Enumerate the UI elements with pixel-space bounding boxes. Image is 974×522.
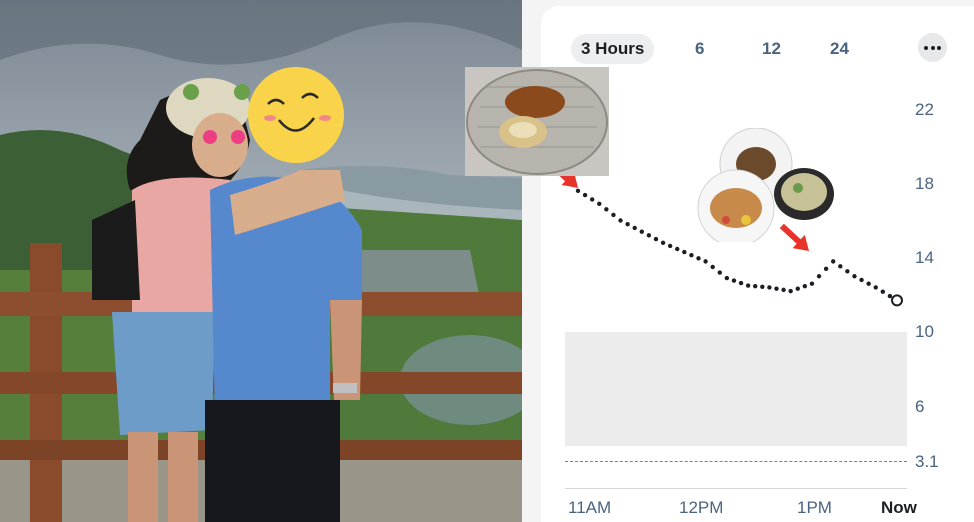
glucose-reading-dot — [632, 225, 637, 231]
glucose-reading-dot — [717, 270, 722, 275]
glucose-reading-dot — [653, 236, 659, 242]
glucose-reading-dot — [703, 259, 708, 264]
glucose-reading-dot — [767, 285, 772, 290]
glucose-reading-dot — [745, 283, 751, 288]
glucose-reading-dot — [866, 281, 871, 286]
glucose-reading-dot — [809, 281, 815, 286]
glucose-reading-dot — [873, 285, 878, 290]
glucose-reading-dot — [731, 278, 737, 283]
glucose-reading-dot — [589, 197, 595, 202]
glucose-reading-dot — [802, 283, 808, 289]
glucose-reading-dot — [852, 274, 857, 279]
rice-and-soup-photo[interactable] — [694, 127, 834, 247]
glucose-reading-dot — [831, 259, 836, 264]
glucose-reading-dot — [646, 233, 652, 238]
glucose-reading-dot — [859, 277, 864, 283]
glucose-reading-dot — [816, 274, 822, 279]
glucose-reading-dot — [625, 222, 630, 227]
glucose-reading-dot — [618, 218, 623, 223]
latest-reading-marker[interactable] — [891, 294, 903, 307]
bread-plate-photo[interactable] — [465, 67, 609, 176]
glucose-reading-dot — [880, 289, 886, 294]
glucose-reading-dot — [660, 240, 666, 245]
glucose-reading-dot — [582, 192, 588, 198]
glucose-reading-dot — [604, 207, 609, 212]
glucose-reading-dot — [887, 293, 893, 299]
glucose-reading-dot — [788, 288, 793, 294]
glucose-reading-dot — [760, 284, 765, 289]
glucose-reading-dot — [738, 280, 744, 286]
glucose-reading-dot — [781, 287, 786, 293]
glucose-reading-dot — [611, 212, 616, 218]
glucose-reading-dot — [823, 266, 829, 272]
glucose-reading-dot — [724, 275, 730, 281]
screenshot-collage: 3 Hours 6 12 24 22 18 14 10 6 3.1 11AM 1… — [0, 0, 974, 522]
glucose-reading-dot — [838, 264, 843, 269]
glucose-reading-dot — [639, 229, 644, 234]
glucose-reading-dot — [667, 243, 673, 249]
glucose-reading-dot — [682, 249, 687, 255]
glucose-reading-dot — [774, 286, 779, 291]
glucose-reading-dot — [575, 188, 581, 193]
glucose-reading-dot — [753, 283, 758, 289]
glucose-reading-dot — [845, 269, 850, 274]
glucose-reading-dot — [689, 252, 694, 258]
glucose-reading-dot — [795, 286, 800, 291]
glucose-reading-dot — [710, 264, 715, 270]
glucose-reading-dot — [696, 256, 701, 261]
glucose-reading-dot — [675, 246, 680, 252]
glucose-reading-dot — [597, 201, 602, 206]
